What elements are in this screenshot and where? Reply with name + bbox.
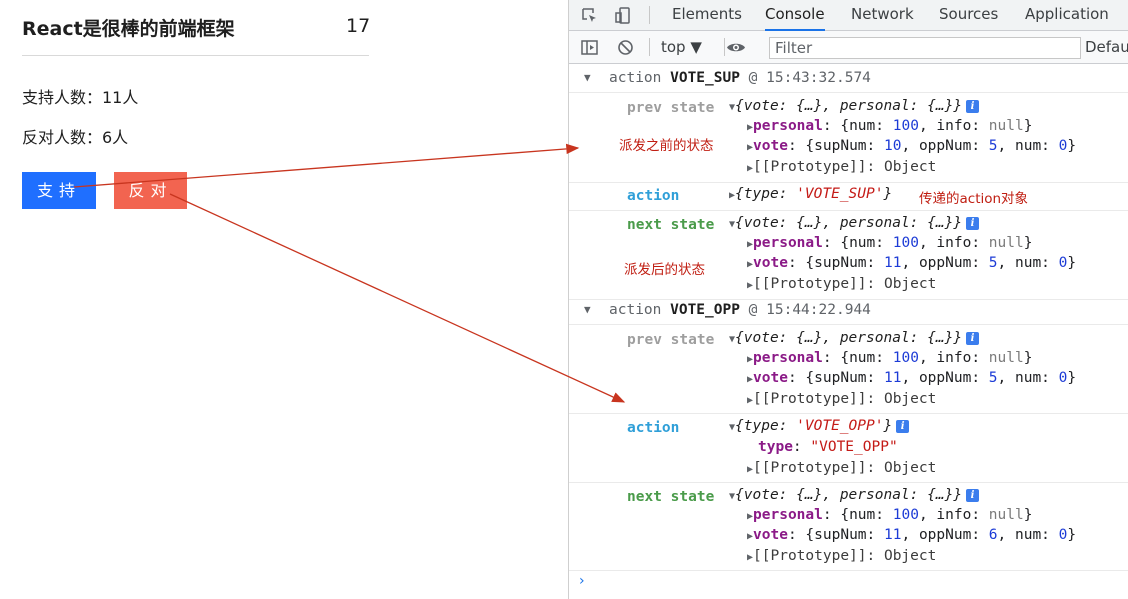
- prototype-row[interactable]: ▶[[Prototype]]: Object: [747, 159, 936, 175]
- clear-console-icon[interactable]: [617, 39, 633, 55]
- devtools-panel: Elements Console Network Sources Applica…: [568, 0, 1128, 599]
- log-levels-dropdown[interactable]: Defaul: [1085, 38, 1128, 56]
- personal-row[interactable]: ▶personal: {num: 100, info: null}: [747, 118, 1032, 134]
- tab-application[interactable]: Application: [1025, 0, 1109, 30]
- prev-state-summary[interactable]: ▼{vote: {…}, personal: {…}} i: [729, 330, 980, 346]
- action-type-row: type: "VOTE_OPP": [758, 439, 898, 455]
- personal-row[interactable]: ▶personal: {num: 100, info: null}: [747, 350, 1032, 366]
- vote-row[interactable]: ▶vote: {supNum: 10, oppNum: 5, num: 0}: [747, 138, 1076, 154]
- group-timestamp: @ 15:44:22.944: [739, 302, 871, 318]
- oppose-button[interactable]: 反对: [114, 172, 187, 209]
- prev-state-label: prev state: [627, 100, 715, 116]
- next-state-label: next state: [627, 217, 715, 233]
- device-toolbar-icon[interactable]: [615, 7, 631, 24]
- next-state-summary[interactable]: ▼{vote: {…}, personal: {…}} i: [729, 487, 980, 503]
- annotation-after: 派发后的状态: [624, 262, 705, 278]
- row-divider: [569, 413, 1128, 414]
- console-filter-input[interactable]: Filter: [769, 37, 1081, 59]
- tab-network[interactable]: Network: [851, 0, 914, 30]
- group-prefix: action: [609, 70, 671, 86]
- group-timestamp: @ 15:43:32.574: [739, 70, 871, 86]
- info-icon: i: [966, 332, 980, 345]
- log-group-header[interactable]: ▼ action VOTE_SUP @ 15:43:32.574: [569, 68, 1128, 92]
- show-sidebar-icon[interactable]: [581, 39, 598, 55]
- vote-total: 17: [346, 15, 371, 37]
- app-title: React是很棒的前端框架: [22, 18, 235, 40]
- context-selector[interactable]: top ▼: [661, 38, 702, 56]
- log-group-header[interactable]: ▼ action VOTE_OPP @ 15:44:22.944: [569, 300, 1128, 324]
- row-divider: [569, 92, 1128, 93]
- console-toolbar: top ▼ Filter Defaul: [569, 31, 1128, 64]
- console-prompt-icon[interactable]: ›: [579, 573, 585, 589]
- tab-elements[interactable]: Elements: [672, 0, 742, 30]
- vote-row[interactable]: ▶vote: {supNum: 11, oppNum: 5, num: 0}: [747, 255, 1076, 271]
- row-divider: [569, 182, 1128, 183]
- next-state-summary[interactable]: ▼{vote: {…}, personal: {…}} i: [729, 215, 980, 231]
- live-expression-eye-icon[interactable]: [726, 39, 745, 55]
- expand-triangle-icon[interactable]: ▼: [584, 303, 591, 316]
- prototype-row[interactable]: ▶[[Prototype]]: Object: [747, 391, 936, 407]
- tab-console[interactable]: Console: [765, 0, 825, 31]
- prototype-row[interactable]: ▶[[Prototype]]: Object: [747, 460, 936, 476]
- row-divider: [569, 482, 1128, 483]
- annotation-before: 派发之前的状态: [619, 138, 714, 154]
- action-label: action: [627, 188, 680, 204]
- devtools-tab-bar: Elements Console Network Sources Applica…: [569, 0, 1128, 31]
- row-divider: [569, 324, 1128, 325]
- prototype-row[interactable]: ▶[[Prototype]]: Object: [747, 276, 936, 292]
- toolbar-divider: [649, 6, 650, 24]
- info-icon: i: [966, 489, 980, 502]
- action-summary[interactable]: ▼{type: 'VOTE_OPP'} i: [729, 418, 910, 434]
- group-prefix: action: [609, 302, 671, 318]
- title-divider: [22, 55, 369, 56]
- toolbar-divider: [649, 38, 650, 56]
- tab-sources[interactable]: Sources: [939, 0, 998, 30]
- expand-triangle-icon[interactable]: ▼: [584, 71, 591, 84]
- info-icon: i: [966, 100, 980, 113]
- vote-row[interactable]: ▶vote: {supNum: 11, oppNum: 6, num: 0}: [747, 527, 1076, 543]
- inspect-element-icon[interactable]: [581, 7, 597, 23]
- personal-row[interactable]: ▶personal: {num: 100, info: null}: [747, 235, 1032, 251]
- next-state-label: next state: [627, 489, 715, 505]
- support-count: 支持人数：11人: [22, 88, 139, 107]
- toolbar-divider: [724, 38, 725, 56]
- prev-state-summary[interactable]: ▼{vote: {…}, personal: {…}} i: [729, 98, 980, 114]
- personal-row[interactable]: ▶personal: {num: 100, info: null}: [747, 507, 1032, 523]
- prev-state-label: prev state: [627, 332, 715, 348]
- prototype-row[interactable]: ▶[[Prototype]]: Object: [747, 548, 936, 564]
- oppose-count: 反对人数：6人: [22, 128, 129, 147]
- info-icon: i: [966, 217, 980, 230]
- row-divider: [569, 570, 1128, 571]
- action-label: action: [627, 420, 680, 436]
- info-icon: i: [896, 420, 910, 433]
- row-divider: [569, 210, 1128, 211]
- support-button[interactable]: 支持: [22, 172, 96, 209]
- vote-row[interactable]: ▶vote: {supNum: 11, oppNum: 5, num: 0}: [747, 370, 1076, 386]
- annotation-action-object: 传递的action对象: [919, 191, 1029, 207]
- action-summary[interactable]: ▶{type: 'VOTE_SUP'}: [729, 186, 892, 202]
- group-action-type: VOTE_OPP: [670, 302, 740, 318]
- group-action-type: VOTE_SUP: [670, 70, 740, 86]
- vote-app: React是很棒的前端框架 17 支持人数：11人 反对人数：6人 支持 反对: [0, 0, 568, 599]
